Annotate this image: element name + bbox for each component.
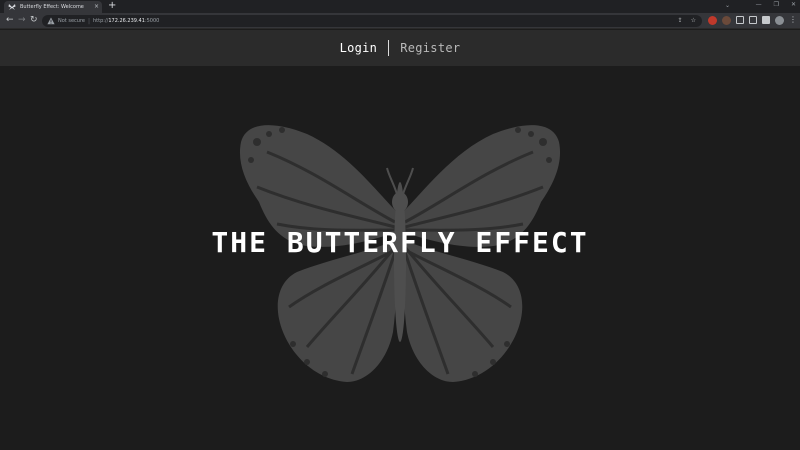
browser-toolbar: ← → ↻ Not secure | http://172.26.239.41:… <box>0 13 800 29</box>
reload-icon[interactable]: ↻ <box>30 15 38 26</box>
menu-icon[interactable]: ⋮ <box>789 15 797 25</box>
address-bar[interactable]: Not secure | http://172.26.239.41:5000 ⇪… <box>42 15 702 27</box>
extension-red-icon[interactable] <box>708 15 717 25</box>
bookmark-star-icon[interactable]: ☆ <box>691 16 696 26</box>
url-scheme: http:// <box>93 18 109 24</box>
profile-avatar[interactable] <box>775 15 784 25</box>
tab-close-icon[interactable]: × <box>94 4 99 10</box>
page-viewport: Login Register THE BUTTERFLY EFFECT <box>0 30 800 450</box>
share-icon[interactable]: ⇪ <box>678 16 683 26</box>
url-port: :5000 <box>144 18 160 24</box>
side-panel-icon[interactable] <box>762 16 770 24</box>
security-label[interactable]: Not secure <box>58 18 85 24</box>
tab-title: Butterfly Effect: Welcome <box>20 4 84 10</box>
register-link[interactable]: Register <box>400 41 460 55</box>
site-nav: Login Register <box>0 30 800 66</box>
tab-search-chevron-icon[interactable]: ⌄ <box>725 2 730 9</box>
extension-brown-icon[interactable] <box>722 15 731 25</box>
nav-divider <box>388 40 390 56</box>
close-window-icon[interactable]: ✕ <box>791 1 796 9</box>
hero-title: THE BUTTERFLY EFFECT <box>211 226 589 259</box>
window-controls: — ❐ ✕ <box>756 1 796 9</box>
butterfly-favicon-icon <box>8 3 16 11</box>
login-link[interactable]: Login <box>340 41 378 55</box>
minimize-icon[interactable]: — <box>756 1 762 9</box>
forward-icon[interactable]: → <box>18 15 26 26</box>
extension-puzzle-icon[interactable] <box>736 16 744 24</box>
new-tab-icon[interactable]: + <box>108 1 116 11</box>
restore-icon[interactable]: ❐ <box>774 1 779 9</box>
omnibox-separator: | <box>87 17 91 25</box>
warning-icon[interactable] <box>47 17 55 25</box>
extensions-icon[interactable] <box>749 16 757 24</box>
extensions-area: ⋮ <box>708 15 797 25</box>
browser-tab[interactable]: Butterfly Effect: Welcome × <box>4 1 102 13</box>
url-host: 172.26.239.41 <box>108 18 145 24</box>
tab-strip: Butterfly Effect: Welcome × + ⌄ — ❐ ✕ <box>0 0 800 13</box>
back-icon[interactable]: ← <box>6 15 14 26</box>
